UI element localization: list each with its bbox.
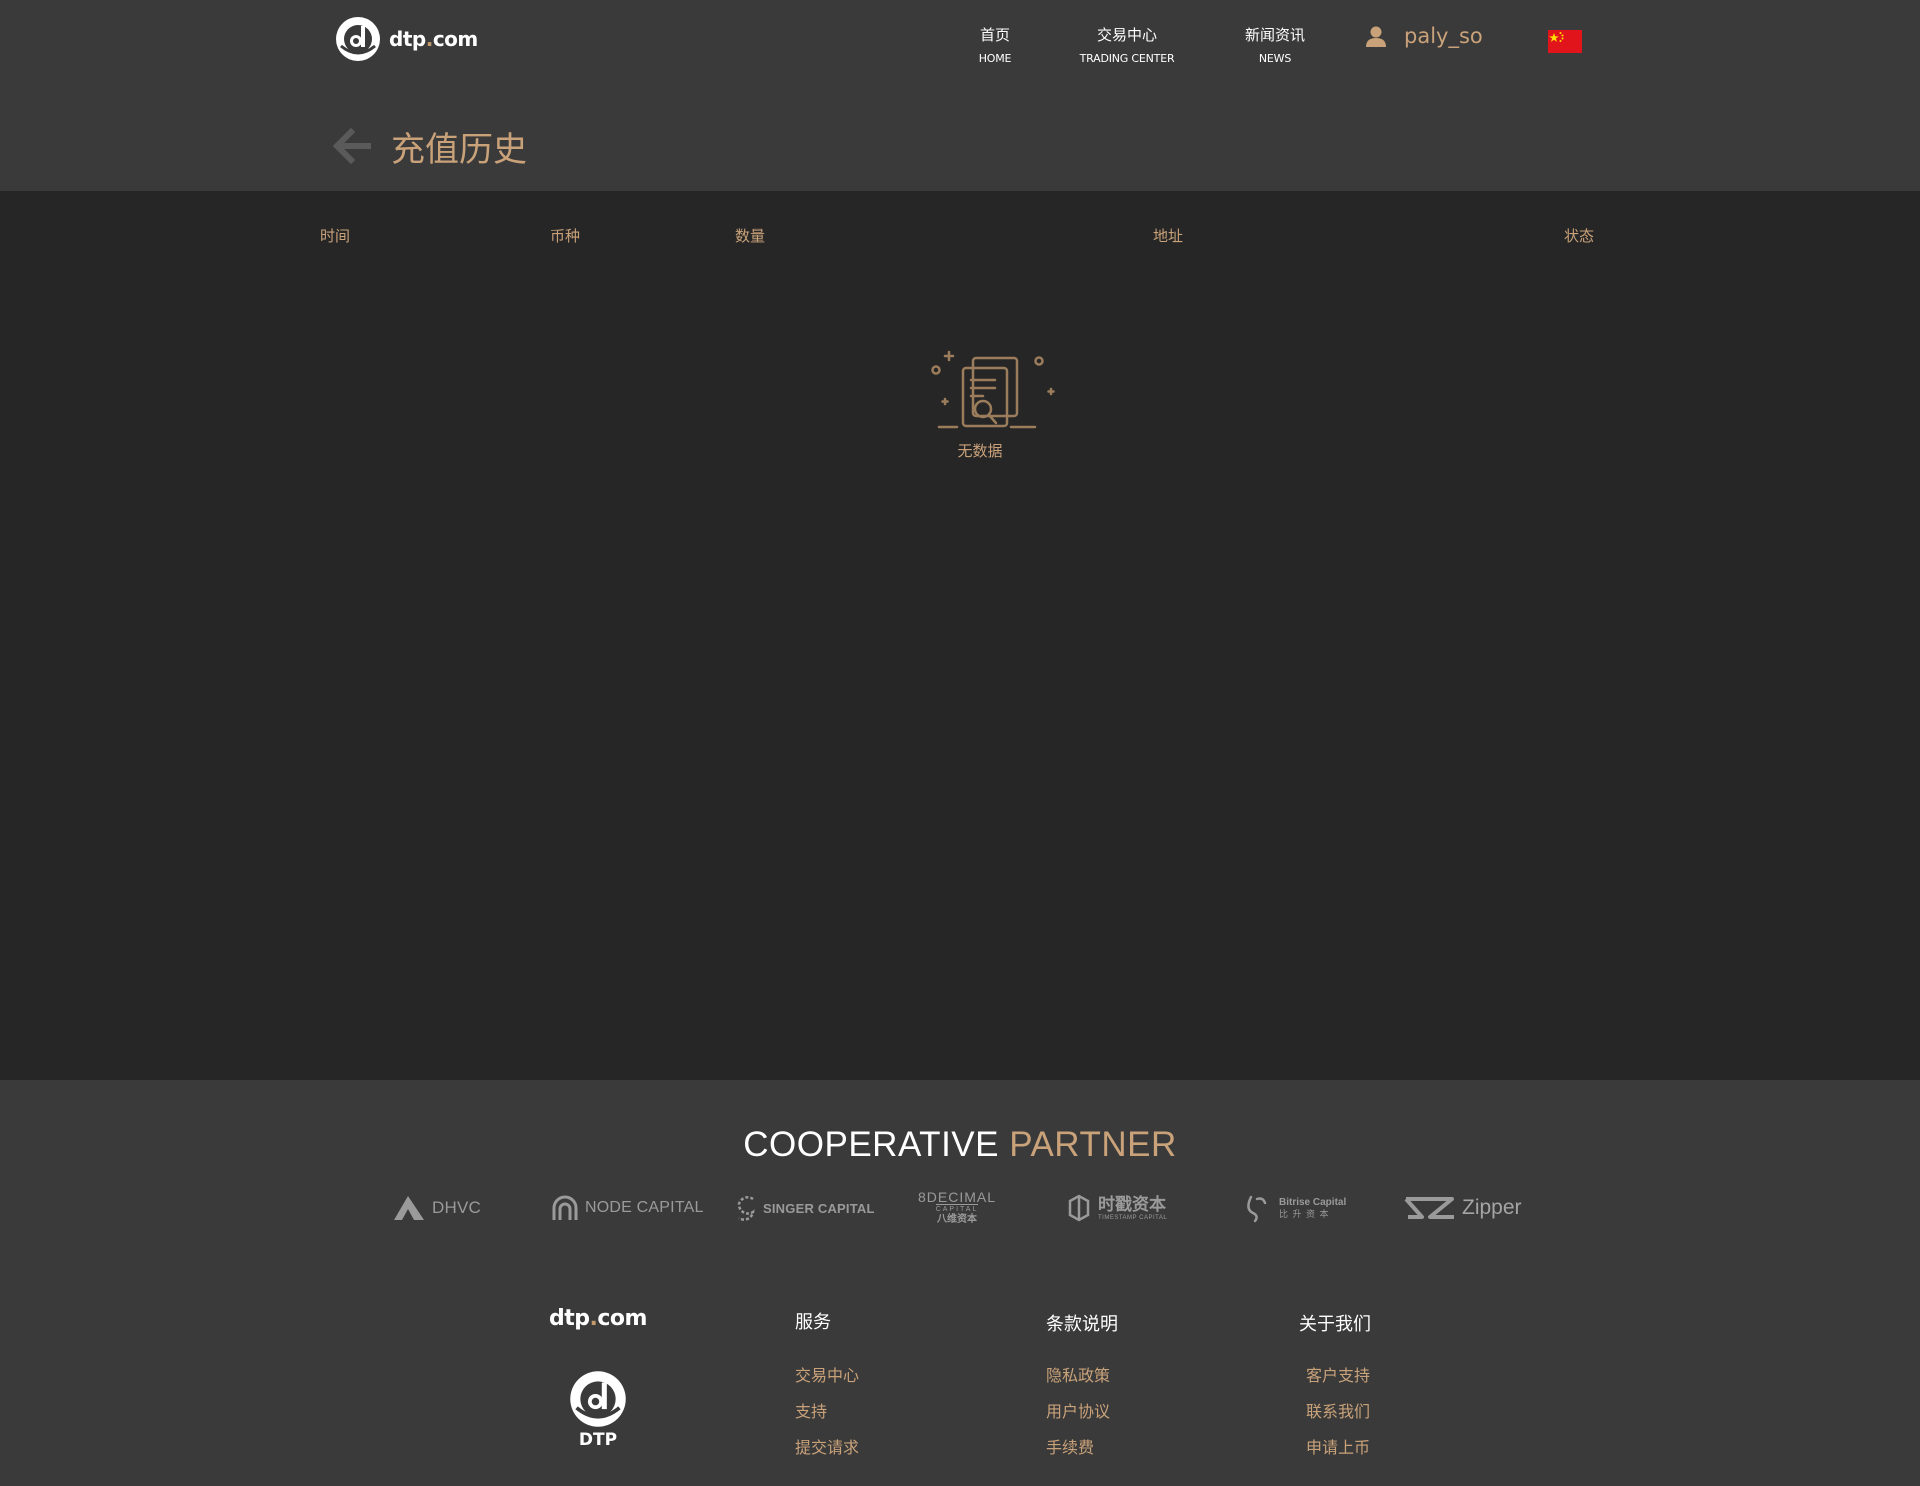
footer-link-contact-us[interactable]: 联系我们 [1306,1398,1370,1422]
partner-dhvc-name: DHVC [432,1198,481,1217]
node-capital-logo-icon [552,1195,578,1220]
nav-trading-label: 交易中心 [1096,26,1157,44]
partner-8decimal-sub: CAPITAL [935,1204,979,1213]
footer-heading-terms: 条款说明 [1046,1314,1118,1335]
user-menu[interactable]: paly_so [1364,24,1483,48]
partner-timestamp-name: 时戳资本 [1098,1194,1166,1214]
nav-home-label: 首页 [979,26,1010,44]
column-header-time[interactable]: 时间 [320,225,350,246]
footer-link-support[interactable]: 支持 [795,1398,827,1422]
bitrise-logo-icon [1247,1195,1267,1223]
brand-name: dtp.com [389,27,478,51]
dtp-logo-icon [570,1371,626,1427]
page-title: 充值历史 [391,130,527,170]
no-data-icon [931,350,1055,429]
column-header-address[interactable]: 地址 [1153,225,1183,246]
footer-link-customer-support[interactable]: 客户支持 [1306,1362,1370,1386]
timestamp-logo-icon [1068,1194,1090,1222]
china-flag-icon[interactable] [1548,30,1582,53]
partner-bitrise-name: Bitrise Capital [1279,1196,1347,1208]
partner-8decimal-cn: 八维资本 [937,1214,978,1225]
nav-news-sublabel: NEWS [1258,52,1292,65]
footer-link-user-agreement[interactable]: 用户协议 [1046,1398,1110,1422]
footer-dtp-label: DTP [578,1430,618,1450]
footer-brand-name[interactable]: dtp.com [549,1306,647,1331]
nav-news-label: 新闻资讯 [1244,26,1305,44]
arrow-left-icon[interactable] [333,128,371,164]
brand-logo[interactable]: dtp.com [335,16,478,62]
nav-trading-center[interactable]: 交易中心 TRADING CENTER [1074,24,1180,66]
partner-zipper-name: Zipper [1462,1196,1522,1219]
partner-singer-capital-name: SINGER CAPITAL [763,1200,875,1216]
footer-heading-about: 关于我们 [1299,1314,1371,1335]
nav-home-sublabel: HOME [978,52,1012,65]
partner-zipper[interactable]: Zipper [1404,1190,1522,1226]
partner-8decimal-name: 8DECIMAL [918,1189,997,1205]
partners-title: COOPERATIVE PARTNER [0,1125,1920,1165]
column-header-status[interactable]: 状态 [1564,225,1594,246]
partner-timestamp-sub: TIMESTAMP CAPITAL [1098,1214,1168,1221]
partner-dhvc[interactable]: DHVC [392,1190,481,1226]
partner-bitrise-sub: 比 升 资 本 [1279,1208,1330,1219]
singer-capital-logo-icon [737,1196,755,1221]
footer-link-trading-center[interactable]: 交易中心 [795,1362,859,1386]
nav-trading-sublabel: TRADING CENTER [1079,52,1175,65]
partner-bitrise-capital[interactable]: Bitrise Capital 比 升 资 本 [1243,1190,1346,1226]
footer-link-fees[interactable]: 手续费 [1046,1434,1094,1458]
partner-8decimal[interactable]: 8DECIMAL CAPITAL 八维资本 [918,1190,996,1226]
footer-heading-service: 服务 [795,1312,831,1333]
header [0,0,1920,191]
flag-stars [1549,32,1564,42]
dhvc-logo-icon [394,1196,424,1220]
partners-title-accent: PARTNER [1009,1125,1177,1164]
empty-text: 无数据 [957,442,1003,460]
partner-node-capital-name: NODE CAPITAL [585,1199,704,1216]
partners-title-main: COOPERATIVE [743,1125,999,1164]
nav-home[interactable]: 首页 HOME [970,24,1020,66]
footer-link-privacy[interactable]: 隐私政策 [1046,1362,1110,1386]
footer-dtp-logo[interactable]: DTP [569,1370,627,1450]
column-header-coin[interactable]: 币种 [550,225,580,246]
user-icon [1366,26,1386,47]
empty-state: 无数据 [920,340,1060,461]
partner-node-capital[interactable]: NODE CAPITAL [551,1190,704,1226]
partner-timestamp-capital[interactable]: 时戳资本 TIMESTAMP CAPITAL [1066,1190,1167,1226]
zipper-logo-icon [1404,1197,1454,1219]
footer-link-submit-request[interactable]: 提交请求 [795,1434,859,1458]
dtp-logo-icon [336,17,380,61]
column-header-amount[interactable]: 数量 [735,225,765,246]
footer-link-apply-listing[interactable]: 申请上币 [1306,1434,1370,1458]
nav-news[interactable]: 新闻资讯 NEWS [1235,24,1315,66]
partner-singer-capital[interactable]: SINGER CAPITAL [735,1190,875,1226]
username: paly_so [1404,24,1483,48]
